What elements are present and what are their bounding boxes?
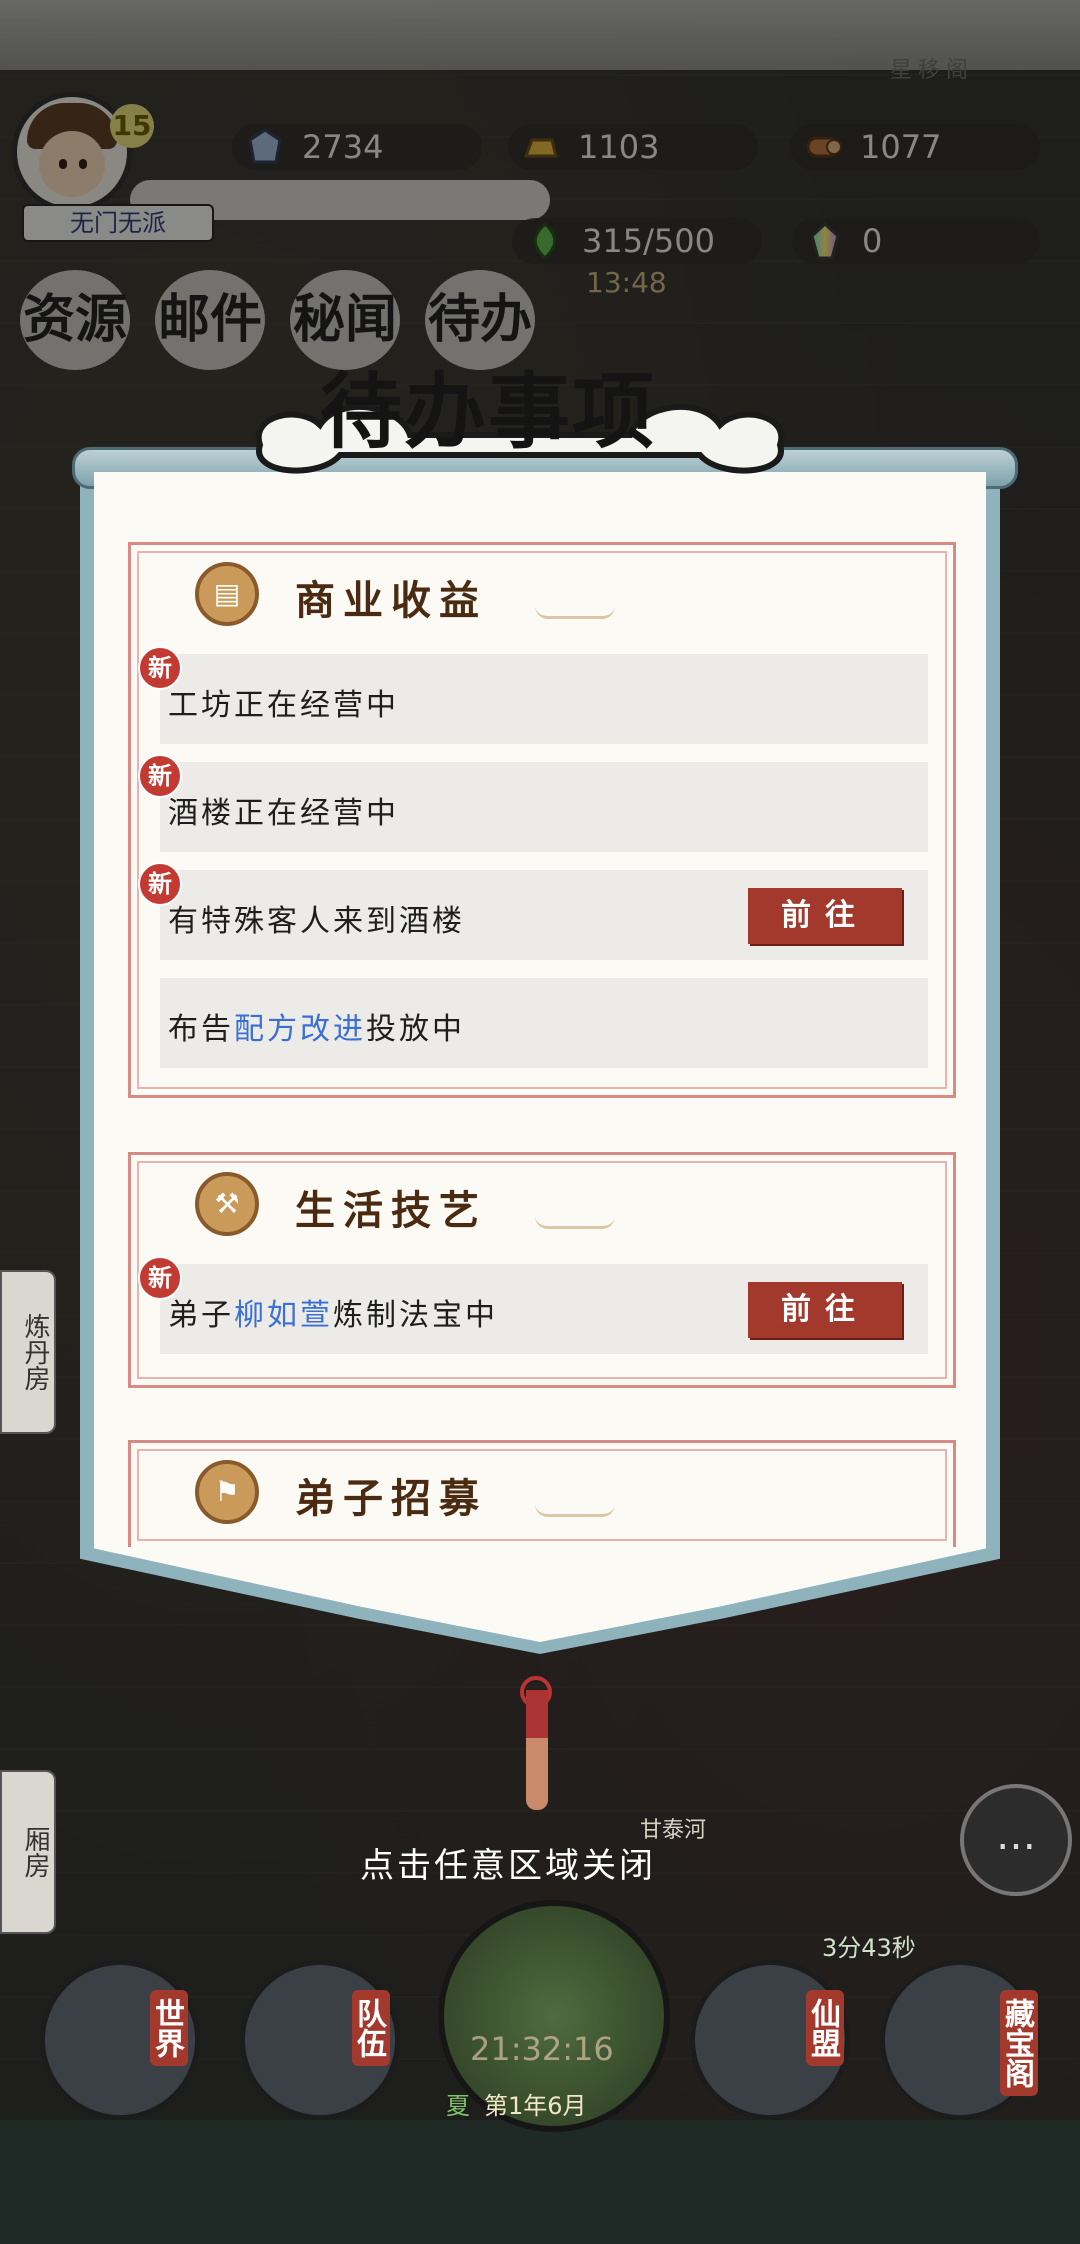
list-item: 工坊正在经营中 xyxy=(160,654,928,744)
list-item: 酒楼正在经营中 xyxy=(160,762,928,852)
section-title: 弟子招募 xyxy=(295,1475,487,1522)
banner-emblem-icon: ⚑ xyxy=(195,1460,259,1524)
disciple-link[interactable]: 柳如萱 xyxy=(234,1298,333,1333)
section-title: 商业收益 xyxy=(295,577,487,624)
craft-emblem-icon: ⚒ xyxy=(195,1172,259,1236)
building-wing-room[interactable]: 厢房 xyxy=(0,1770,56,1934)
recipe-link[interactable]: 配方改进 xyxy=(234,1012,366,1047)
world-label: 世界 xyxy=(149,1990,188,2066)
todo-text: 有特殊客人来到酒楼 xyxy=(168,904,465,939)
list-item: 弟子柳如萱炼制法宝中 前往 xyxy=(160,1264,928,1354)
season-label: 夏 xyxy=(446,2092,470,2120)
close-hint: 点击任意区域关闭 xyxy=(360,1846,656,1886)
go-button[interactable]: 前往 xyxy=(748,1282,902,1338)
go-button[interactable]: 前往 xyxy=(748,888,902,944)
section-recruit-header: ⚑ 弟子招募 xyxy=(195,1460,615,1524)
todo-text: 酒楼正在经营中 xyxy=(168,796,399,831)
section-business-header: ▤ 商业收益 xyxy=(195,562,615,626)
new-badge: 新 xyxy=(138,862,182,906)
list-item: 有特殊客人来到酒楼 前往 xyxy=(160,870,928,960)
todo-text: 工坊正在经营中 xyxy=(168,688,399,723)
todo-text: 布告配方改进投放中 xyxy=(168,1012,465,1047)
treasure-label: 藏宝阁 xyxy=(999,1990,1038,2096)
panel-title: 待办事项 xyxy=(320,364,657,460)
new-badge: 新 xyxy=(138,754,182,798)
new-badge: 新 xyxy=(138,646,182,690)
countdown-timer: 3分43秒 xyxy=(822,1934,916,1962)
team-label: 队伍 xyxy=(351,1990,390,2066)
list-item: 布告配方改进投放中 xyxy=(160,978,928,1068)
game-date: 夏第1年6月 xyxy=(446,2092,587,2120)
river-label: 甘泰河 xyxy=(640,1818,707,1843)
todo-text: 弟子柳如萱炼制法宝中 xyxy=(168,1298,498,1333)
coin-emblem-icon: ▤ xyxy=(195,562,259,626)
section-title: 生活技艺 xyxy=(295,1187,487,1234)
chat-icon[interactable]: … xyxy=(960,1784,1072,1896)
scroll-tassel xyxy=(526,1690,548,1810)
game-clock: 21:32:16 xyxy=(470,2030,614,2068)
building-alchemy-room[interactable]: 炼丹房 xyxy=(0,1270,56,1434)
alliance-label: 仙盟 xyxy=(805,1990,844,2066)
section-life-skills-header: ⚒ 生活技艺 xyxy=(195,1172,615,1236)
bottom-dock xyxy=(0,2120,1080,2244)
new-badge: 新 xyxy=(138,1256,182,1300)
